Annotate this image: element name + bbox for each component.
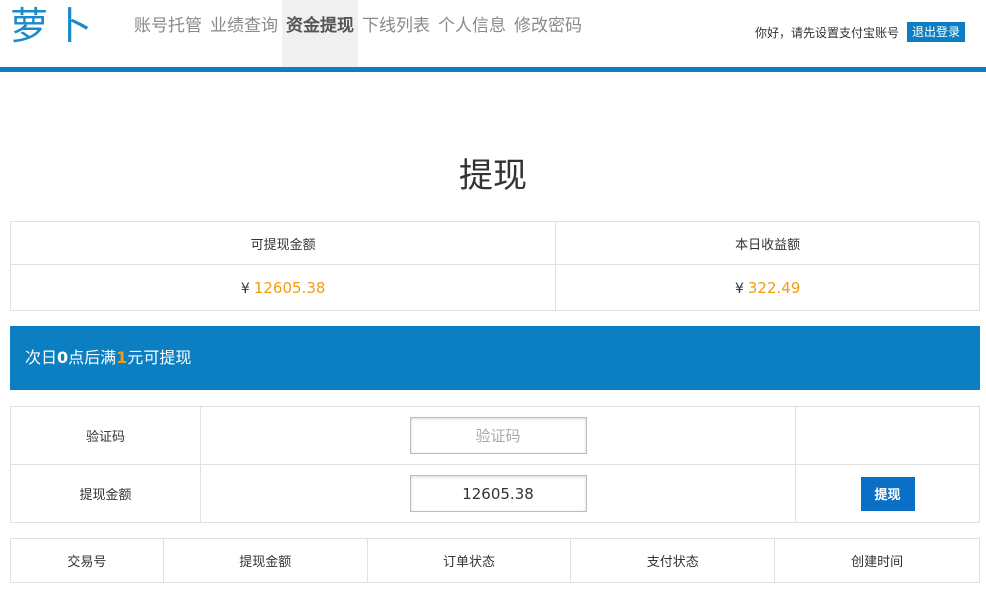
withdraw-notice-banner: 次日0点后满1元可提现	[10, 326, 980, 390]
captcha-input[interactable]	[409, 417, 587, 454]
logout-button[interactable]: 退出登录	[906, 22, 965, 42]
today-income-amount: 322.49	[747, 278, 801, 297]
withdrawable-cell: ¥12605.38	[9, 264, 557, 311]
amount-input[interactable]	[409, 475, 587, 512]
empty-cell	[795, 406, 980, 465]
notice-text-3: 元可提现	[127, 348, 192, 367]
notice-text-2: 点后满	[68, 348, 117, 367]
user-area: 你好，请先设置支付宝账号 退出登录	[755, 22, 965, 42]
col-order-status: 订单状态	[366, 538, 572, 583]
main-nav: 账号托管 业绩查询 资金提现 下线列表 个人信息 修改密码	[130, 0, 586, 67]
col-payment-status: 支付状态	[570, 538, 776, 583]
nav-withdraw[interactable]: 资金提现	[282, 0, 358, 67]
nav-change-password[interactable]: 修改密码	[510, 0, 586, 67]
captcha-field-cell	[200, 406, 796, 465]
withdrawable-amount: 12605.38	[253, 278, 326, 297]
currency-symbol: ¥	[240, 280, 250, 297]
nav-profile[interactable]: 个人信息	[434, 0, 510, 67]
amount-label: 提现金额	[10, 464, 201, 523]
nav-downline-list[interactable]: 下线列表	[358, 0, 434, 67]
withdraw-submit-button[interactable]: 提现	[860, 476, 915, 511]
notice-text-1: 次日	[25, 348, 58, 367]
withdrawable-label: 可提现金额	[9, 221, 557, 265]
submit-cell: 提现	[795, 464, 980, 523]
balance-summary: 可提现金额 本日收益额 ¥12605.38 ¥322.49	[9, 221, 980, 311]
currency-symbol: ¥	[734, 280, 744, 297]
user-greeting[interactable]: 你好，请先设置支付宝账号	[755, 24, 899, 41]
nav-account-hosting[interactable]: 账号托管	[130, 0, 206, 67]
withdraw-records-table: 交易号 提现金额 订单状态 支付状态 创建时间	[10, 538, 980, 583]
site-logo[interactable]: 萝卜	[10, 4, 98, 48]
col-created-time: 创建时间	[774, 538, 980, 583]
amount-field-cell	[200, 464, 796, 523]
col-transaction-no: 交易号	[10, 538, 164, 583]
today-income-label: 本日收益额	[555, 221, 980, 265]
notice-hour: 0	[57, 348, 69, 367]
col-withdraw-amount: 提现金额	[162, 538, 368, 583]
top-header: 萝卜 账号托管 业绩查询 资金提现 下线列表 个人信息 修改密码 你好，请先设置…	[0, 0, 986, 72]
captcha-label: 验证码	[10, 406, 201, 465]
nav-performance[interactable]: 业绩查询	[206, 0, 282, 67]
notice-minimum: 1	[116, 348, 128, 367]
withdraw-form: 验证码 提现金额 提现	[10, 406, 980, 523]
today-income-cell: ¥322.49	[555, 264, 980, 311]
page-title: 提现	[459, 156, 527, 196]
